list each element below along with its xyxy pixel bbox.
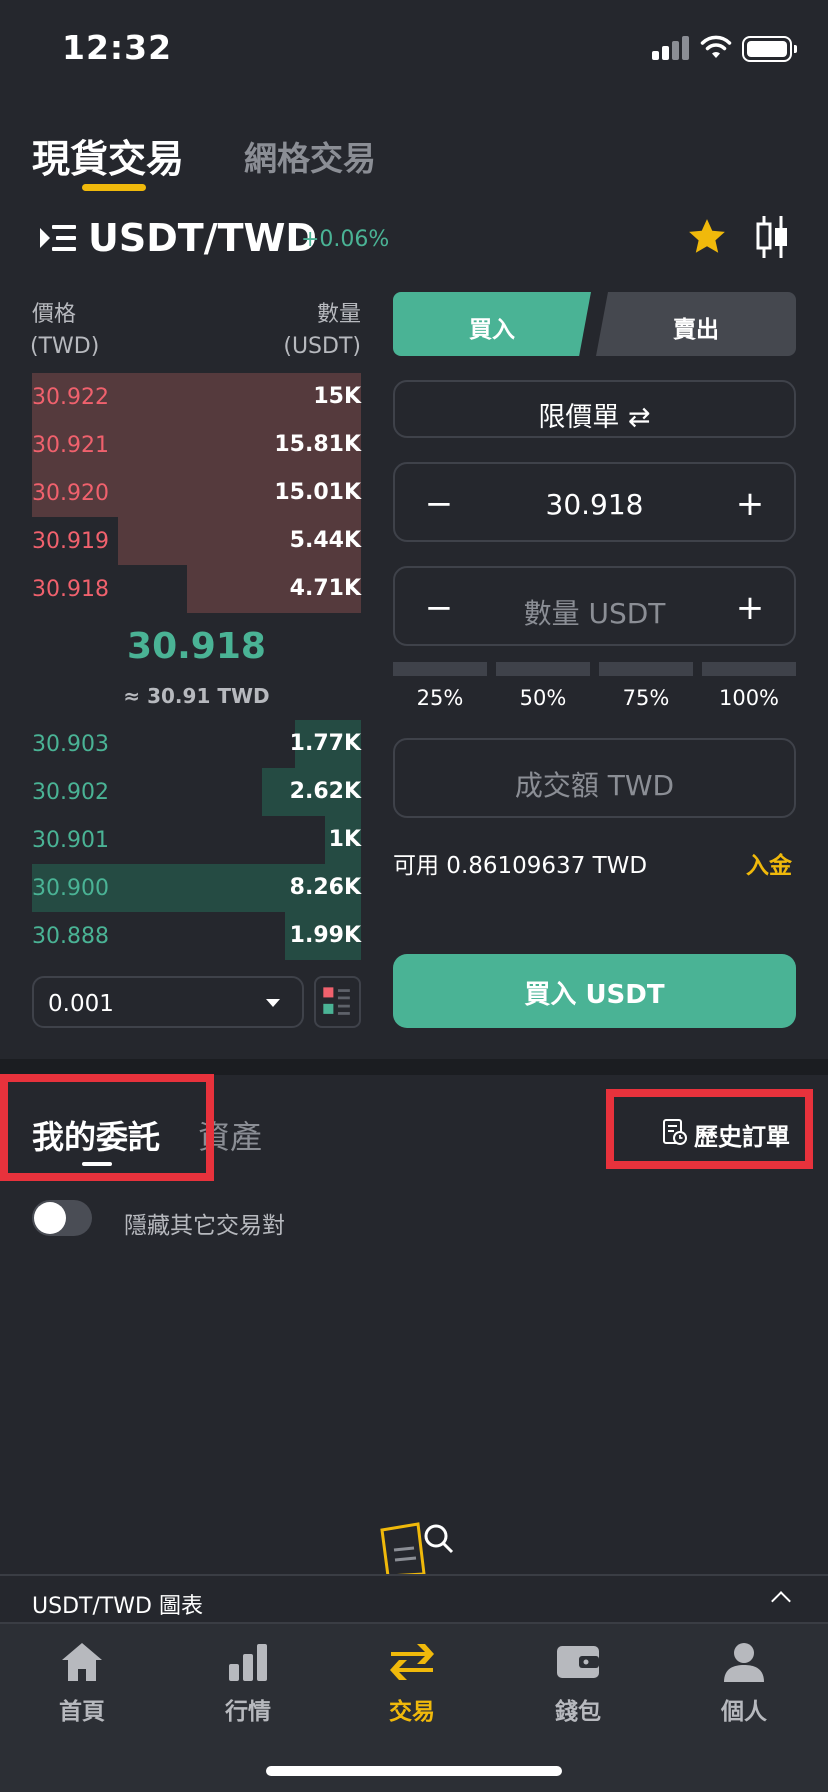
hide-other-pairs-toggle[interactable] (32, 1200, 92, 1236)
price-input[interactable]: 30.918 (475, 488, 714, 521)
caret-down-icon (266, 999, 280, 1007)
available-balance: 可用 0.86109637 TWD (393, 853, 648, 879)
orderbook-bid-row[interactable]: 30.888 1.99K (32, 912, 361, 960)
section-divider (0, 1059, 828, 1075)
orderbook-bid-row[interactable]: 30.903 1.77K (32, 720, 361, 768)
sell-tab[interactable]: 賣出 (596, 292, 796, 356)
percent-slider-100[interactable] (702, 662, 796, 676)
home-icon (62, 1643, 102, 1681)
orderbook-price-unit: (TWD) (30, 334, 100, 359)
trade-icon (390, 1644, 434, 1680)
swap-icon: ⇄ (627, 402, 651, 433)
orderbook-layout-icon[interactable] (314, 976, 361, 1028)
order-type-select[interactable]: 限價單 ⇄ (393, 380, 796, 438)
pair-menu-icon[interactable] (38, 222, 76, 254)
percent-label-75[interactable]: 75% (599, 686, 693, 710)
nav-home[interactable]: 首頁 (22, 1640, 142, 1726)
percent-slider-50[interactable] (496, 662, 590, 676)
buy-usdt-button[interactable]: 買入 USDT (393, 954, 796, 1028)
profile-icon (724, 1643, 764, 1682)
percent-label-100[interactable]: 100% (702, 686, 796, 710)
nav-market[interactable]: 行情 (188, 1640, 308, 1726)
last-price-fiat: ≈ 30.91 TWD (123, 684, 270, 708)
favorite-star-icon[interactable] (686, 216, 728, 258)
empty-records-icon (380, 1522, 454, 1576)
pair-name[interactable]: USDT/TWD (88, 216, 317, 260)
tab-active-indicator (82, 184, 146, 191)
orderbook-qty-header: 數量 (316, 302, 361, 327)
quantity-input[interactable]: 數量 USDT (475, 592, 714, 632)
precision-select[interactable]: 0.001 (32, 976, 304, 1028)
chart-bar-label: USDT/TWD 圖表 (32, 1594, 203, 1619)
percent-slider-75[interactable] (599, 662, 693, 676)
market-icon (229, 1644, 267, 1681)
quantity-stepper[interactable]: − 數量 USDT + (393, 566, 796, 646)
candlestick-chart-icon[interactable] (755, 214, 789, 260)
tab-grid-trading[interactable]: 網格交易 (244, 132, 376, 180)
buy-tab[interactable]: 買入 (393, 292, 591, 356)
nav-trade[interactable]: 交易 (352, 1640, 472, 1726)
percent-label-25[interactable]: 25% (393, 686, 487, 710)
price-decrease-button[interactable]: − (419, 484, 459, 524)
battery-icon (742, 36, 797, 62)
orderbook-ask-row[interactable]: 30.920 15.01K (32, 469, 361, 517)
highlight-box-history (606, 1089, 813, 1169)
wallet-icon (557, 1646, 599, 1678)
percent-slider-25[interactable] (393, 662, 487, 676)
orderbook-ask-row[interactable]: 30.919 5.44K (32, 517, 361, 565)
total-placeholder: 成交額 TWD (514, 769, 675, 802)
last-price: 30.918 (127, 626, 266, 667)
orderbook-qty-unit: (USDT) (283, 334, 361, 359)
orderbook-price-header: 價格 (32, 302, 77, 327)
orderbook-bid-row[interactable]: 30.901 1K (32, 816, 361, 864)
nav-wallet[interactable]: 錢包 (518, 1640, 638, 1726)
quantity-decrease-button[interactable]: − (419, 588, 459, 628)
orderbook-ask-row[interactable]: 30.918 4.71K (32, 565, 361, 613)
price-increase-button[interactable]: + (730, 484, 770, 524)
deposit-link[interactable]: 入金 (746, 846, 792, 880)
nav-profile[interactable]: 個人 (684, 1640, 804, 1726)
orderbook-bid-row[interactable]: 30.902 2.62K (32, 768, 361, 816)
chevron-up-icon (771, 1591, 791, 1611)
quantity-increase-button[interactable]: + (730, 588, 770, 628)
orderbook-bid-row[interactable]: 30.900 8.26K (32, 864, 361, 912)
precision-value: 0.001 (48, 991, 114, 1017)
tab-spot-trading[interactable]: 現貨交易 (32, 128, 184, 183)
pair-change: +0.06% (301, 227, 390, 252)
status-time: 12:32 (62, 28, 173, 67)
orderbook-ask-row[interactable]: 30.921 15.81K (32, 421, 361, 469)
cellular-signal-icon (652, 36, 692, 60)
highlight-box-my-orders (0, 1074, 214, 1181)
total-input[interactable]: 成交額 TWD (393, 738, 796, 818)
wifi-icon (700, 35, 732, 58)
home-indicator (266, 1766, 562, 1776)
chart-toggle-bar[interactable]: USDT/TWD 圖表 (0, 1574, 828, 1624)
orderbook-ask-row[interactable]: 30.922 15K (32, 373, 361, 421)
price-stepper[interactable]: − 30.918 + (393, 462, 796, 542)
percent-label-50[interactable]: 50% (496, 686, 590, 710)
hide-other-pairs-label: 隱藏其它交易對 (124, 1213, 285, 1239)
